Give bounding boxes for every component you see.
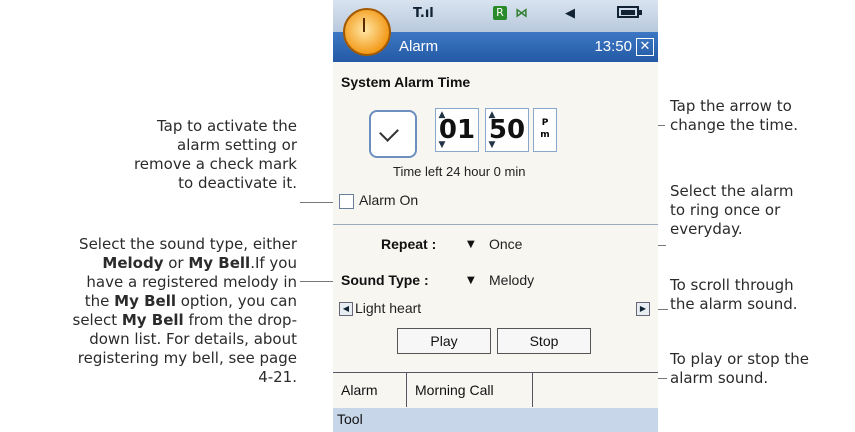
annotation-line: down list. For details, about <box>89 330 297 348</box>
annotation-line: to deactivate it. <box>178 174 297 192</box>
annotation-line: select My Bell from the drop- <box>72 311 297 329</box>
menu-tool[interactable]: Tool <box>337 411 363 427</box>
clock-icon <box>369 110 417 158</box>
annotation-arrow: Tap the arrow to change the time. <box>670 97 850 135</box>
ampm-bottom: m <box>540 130 550 140</box>
chevron-down-icon[interactable]: ▼ <box>467 275 475 286</box>
speaker-icon: ◀ <box>565 6 575 21</box>
annotation-line: everyday. <box>670 220 743 238</box>
scroll-right-icon[interactable]: ▶ <box>636 302 650 316</box>
annotation-line: Select the alarm <box>670 182 794 200</box>
sound-name: Light heart <box>355 300 422 316</box>
annotation-line: registering my bell, see page <box>77 349 297 367</box>
annotation-alarm-on: Tap to activate the alarm setting or rem… <box>60 117 297 193</box>
time-left-text: Time left 24 hour 0 min <box>393 164 526 179</box>
annotation-line: to ring once or <box>670 201 781 219</box>
battery-icon <box>617 6 642 18</box>
section-title: System Alarm Time <box>341 74 471 90</box>
annotation-scroll: To scroll through the alarm sound. <box>670 276 850 314</box>
scroll-left-icon[interactable]: ◀ <box>339 302 353 316</box>
arrow-up-icon[interactable]: ▲ <box>485 110 499 120</box>
signal-icon: T.ıl <box>413 6 434 21</box>
tab-morning-call[interactable]: Morning Call <box>407 373 533 407</box>
annotation-line: change the time. <box>670 116 799 134</box>
annotation-line: Melody or My Bell.If you <box>102 254 297 272</box>
annotation-leader <box>300 281 336 282</box>
clock-time: 13:50 <box>594 38 632 55</box>
hours-stepper[interactable]: ▲ ▼ <box>435 108 449 152</box>
alarm-on-checkbox[interactable] <box>339 194 354 209</box>
sound-type-value[interactable]: Melody <box>489 272 534 288</box>
annotation-sound-type: Select the sound type, either Melody or … <box>0 235 297 387</box>
menu-bar: Tool <box>333 408 658 432</box>
annotation-line: 4-21. <box>258 368 297 386</box>
annotation-line: have a registered melody in <box>86 273 297 291</box>
annotation-line: remove a check mark <box>133 155 297 173</box>
play-button[interactable]: Play <box>397 328 491 354</box>
annotation-line: Tap to activate the <box>156 117 297 135</box>
annotation-line: Tap the arrow to <box>670 97 792 115</box>
minutes-stepper[interactable]: ▲ ▼ <box>485 108 499 152</box>
window-title: Alarm <box>399 38 439 55</box>
annotation-line: the alarm sound. <box>670 295 798 313</box>
annotation-leader <box>300 202 336 203</box>
arrow-down-icon[interactable]: ▼ <box>435 140 449 150</box>
arrow-up-icon[interactable]: ▲ <box>435 110 449 120</box>
alarm-on-label: Alarm On <box>359 192 419 208</box>
roaming-icon: R <box>493 6 507 20</box>
stop-button[interactable]: Stop <box>497 328 591 354</box>
annotation-line: Select the sound type, either <box>79 235 297 253</box>
annotation-line: To scroll through <box>670 276 794 294</box>
ampm-top: P <box>541 118 549 128</box>
alarm-clock-icon <box>343 8 391 56</box>
chevron-down-icon[interactable]: ▼ <box>467 239 475 250</box>
ampm-toggle[interactable]: P m <box>533 108 557 152</box>
repeat-value[interactable]: Once <box>489 236 522 252</box>
annotation-line: To play or stop the <box>670 350 809 368</box>
annotation-line: the My Bell option, you can <box>84 292 297 310</box>
tab-alarm[interactable]: Alarm <box>333 373 407 407</box>
sound-type-label: Sound Type : <box>341 272 429 288</box>
annotation-line: alarm setting or <box>177 136 297 154</box>
annotation-playstop: To play or stop the alarm sound. <box>670 350 855 388</box>
annotation-repeat: Select the alarm to ring once or everyda… <box>670 182 850 239</box>
tab-bar: Alarm Morning Call <box>333 372 658 409</box>
bluetooth-icon: ⋈ <box>515 6 528 21</box>
close-button[interactable]: ✕ <box>636 38 654 56</box>
phone-screen: T.ıl R ⋈ ◀ Alarm 13:50 ✕ System Alarm Ti… <box>333 0 658 432</box>
annotation-line: alarm sound. <box>670 369 769 387</box>
repeat-label: Repeat : <box>381 236 437 252</box>
divider <box>333 224 658 225</box>
arrow-down-icon[interactable]: ▼ <box>485 140 499 150</box>
